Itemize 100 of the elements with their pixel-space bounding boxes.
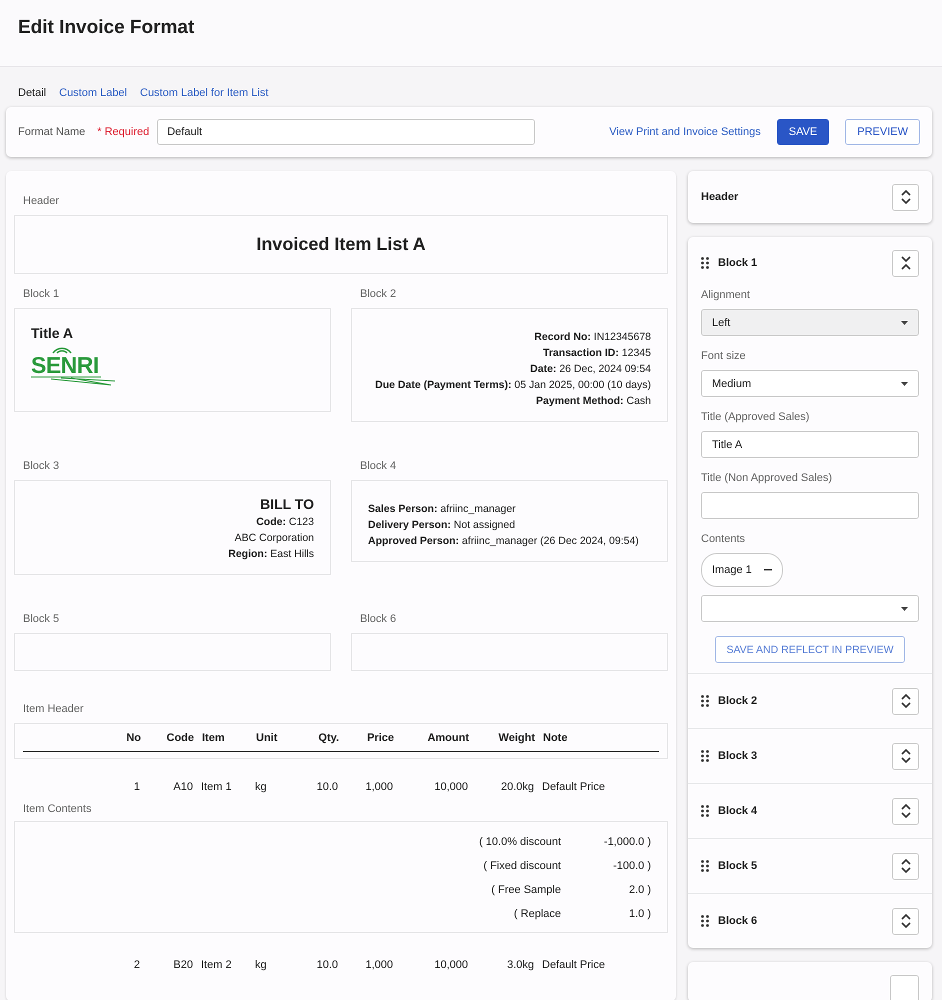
dropdown-field[interactable]: Medium	[701, 370, 919, 397]
drag-handle-icon[interactable]	[701, 805, 709, 817]
table-cell-text: Default Price	[541, 959, 606, 971]
block-label: Block 4	[359, 460, 398, 472]
adjustment-label: ( Free Sample	[491, 883, 561, 898]
section-title: Block 2	[718, 695, 758, 707]
block-title: Title A	[31, 324, 74, 342]
column-header: Note	[542, 732, 568, 744]
drag-handle-icon[interactable]	[701, 915, 709, 927]
expand-chevron-icon	[898, 858, 912, 874]
save-and-reflect-button[interactable]: SAVE AND REFLECT IN PREVIEW	[715, 636, 905, 663]
table-cell-text: 3.0kg	[506, 959, 534, 971]
preview-button[interactable]: PREVIEW	[845, 119, 920, 145]
field-label: Title (Non Approved Sales)	[701, 472, 834, 484]
save-button[interactable]: SAVE	[776, 119, 830, 145]
tab[interactable]: Custom Label for Item List	[140, 87, 268, 99]
block-text-line: ABC Corporation	[234, 531, 314, 546]
block-label: Block 3	[22, 460, 60, 472]
block-text-line: Date: 26 Dec, 2024 09:54	[529, 362, 651, 377]
section-label: Header	[22, 195, 60, 207]
collapse-button[interactable]	[892, 250, 919, 276]
drag-handle-icon[interactable]	[701, 860, 709, 872]
table-cell-text: Item 1	[200, 781, 233, 793]
table-cell-text: 1	[132, 781, 140, 793]
expand-chevron-icon	[898, 748, 912, 764]
dropdown-caret-icon	[901, 606, 908, 610]
collapse-chevron-icon	[898, 255, 912, 271]
adjustment-label: ( Replace	[514, 907, 561, 922]
section-title: Block 4	[718, 805, 758, 817]
column-header: Unit	[256, 732, 278, 744]
block-text-line: Record No: IN12345678	[533, 330, 651, 345]
dropdown-caret-icon	[901, 382, 908, 386]
section-title: Block 3	[718, 750, 758, 762]
tab[interactable]: Custom Label	[59, 87, 127, 99]
table-cell-text: 10.0	[316, 959, 338, 971]
block-text-line: Code: C123	[255, 515, 314, 530]
section-label: Item Header	[22, 703, 85, 715]
table-cell-text: 1,000	[364, 959, 393, 971]
expand-chevron-icon	[898, 189, 912, 205]
format-name-field[interactable]: Default	[157, 119, 536, 145]
dropdown-field[interactable]	[701, 595, 919, 622]
block-label: Block 6	[359, 613, 398, 625]
block-text-line: Region: East Hills	[227, 547, 314, 562]
field-label: Title (Approved Sales)	[701, 411, 810, 423]
tab[interactable]: Detail	[18, 87, 46, 99]
section-label: Item Contents	[22, 803, 92, 815]
settings-link[interactable]: View Print and Invoice Settings	[609, 126, 761, 138]
expand-button[interactable]	[892, 852, 919, 880]
drag-handle-icon[interactable]	[701, 257, 709, 269]
page-title: Edit Invoice Format	[18, 17, 194, 39]
bill-to-title: BILL TO	[259, 495, 314, 513]
table-cell-text: B20	[172, 959, 193, 971]
content-chip[interactable]: Image 1	[701, 553, 783, 587]
block-text-line: Delivery Person: Not assigned	[368, 518, 516, 533]
column-header: Code	[166, 732, 194, 744]
expand-button[interactable]	[892, 688, 919, 714]
adjustment-value: -100.0 )	[612, 859, 651, 874]
text-field[interactable]: Title A	[701, 431, 919, 458]
block-label: Block 2	[359, 288, 398, 300]
expand-button[interactable]	[892, 798, 919, 824]
table-cell-text: 20.0kg	[500, 781, 534, 793]
drag-handle-icon[interactable]	[701, 695, 709, 707]
section-title: Block 6	[718, 915, 758, 927]
adjustment-label: ( Fixed discount	[483, 859, 561, 874]
block-text-line: Payment Method: Cash	[535, 394, 651, 409]
block-label: Block 1	[22, 288, 60, 300]
block-label: Block 5	[22, 613, 60, 625]
table-cell-text: 10,000	[433, 781, 468, 793]
column-header: Qty.	[317, 732, 339, 744]
expand-chevron-icon	[898, 803, 912, 819]
section-title: Block 1	[718, 257, 758, 269]
drag-handle-icon[interactable]	[701, 750, 709, 762]
expand-button[interactable]	[892, 908, 919, 934]
column-header: Amount	[426, 732, 469, 744]
field-label: Font size	[701, 350, 747, 362]
table-cell-text: A10	[172, 781, 193, 793]
field-label: Format Name	[18, 126, 86, 138]
block-text-line: Sales Person: afriinc_manager	[368, 502, 517, 517]
table-cell-text: kg	[255, 781, 268, 793]
logo: SENRI	[31, 344, 115, 386]
table-cell-text: Item 2	[200, 959, 233, 971]
table-cell-text: 1,000	[364, 781, 393, 793]
block-text-line: Transaction ID: 12345	[542, 346, 651, 361]
table-cell-text: kg	[255, 959, 268, 971]
block-text-line: Due Date (Payment Terms): 05 Jan 2025, 00:00 (10 days)	[374, 378, 651, 393]
dropdown-field[interactable]: Left	[701, 309, 919, 336]
field-label: Contents	[701, 533, 746, 545]
expand-button[interactable]	[892, 184, 919, 210]
dropdown-caret-icon	[901, 320, 908, 324]
column-header: Weight	[498, 732, 535, 744]
adjustment-label: ( 10.0% discount	[479, 835, 561, 850]
expand-button[interactable]	[892, 742, 919, 770]
table-cell-text: 2	[132, 959, 140, 971]
table-cell-text: Default Price	[541, 781, 606, 793]
expand-chevron-icon	[898, 913, 912, 929]
table-cell-text: 10,000	[433, 959, 468, 971]
table-cell-text: 10.0	[316, 781, 338, 793]
column-header: No	[125, 732, 141, 744]
text-field[interactable]	[701, 492, 919, 519]
expand-chevron-icon	[898, 693, 912, 709]
